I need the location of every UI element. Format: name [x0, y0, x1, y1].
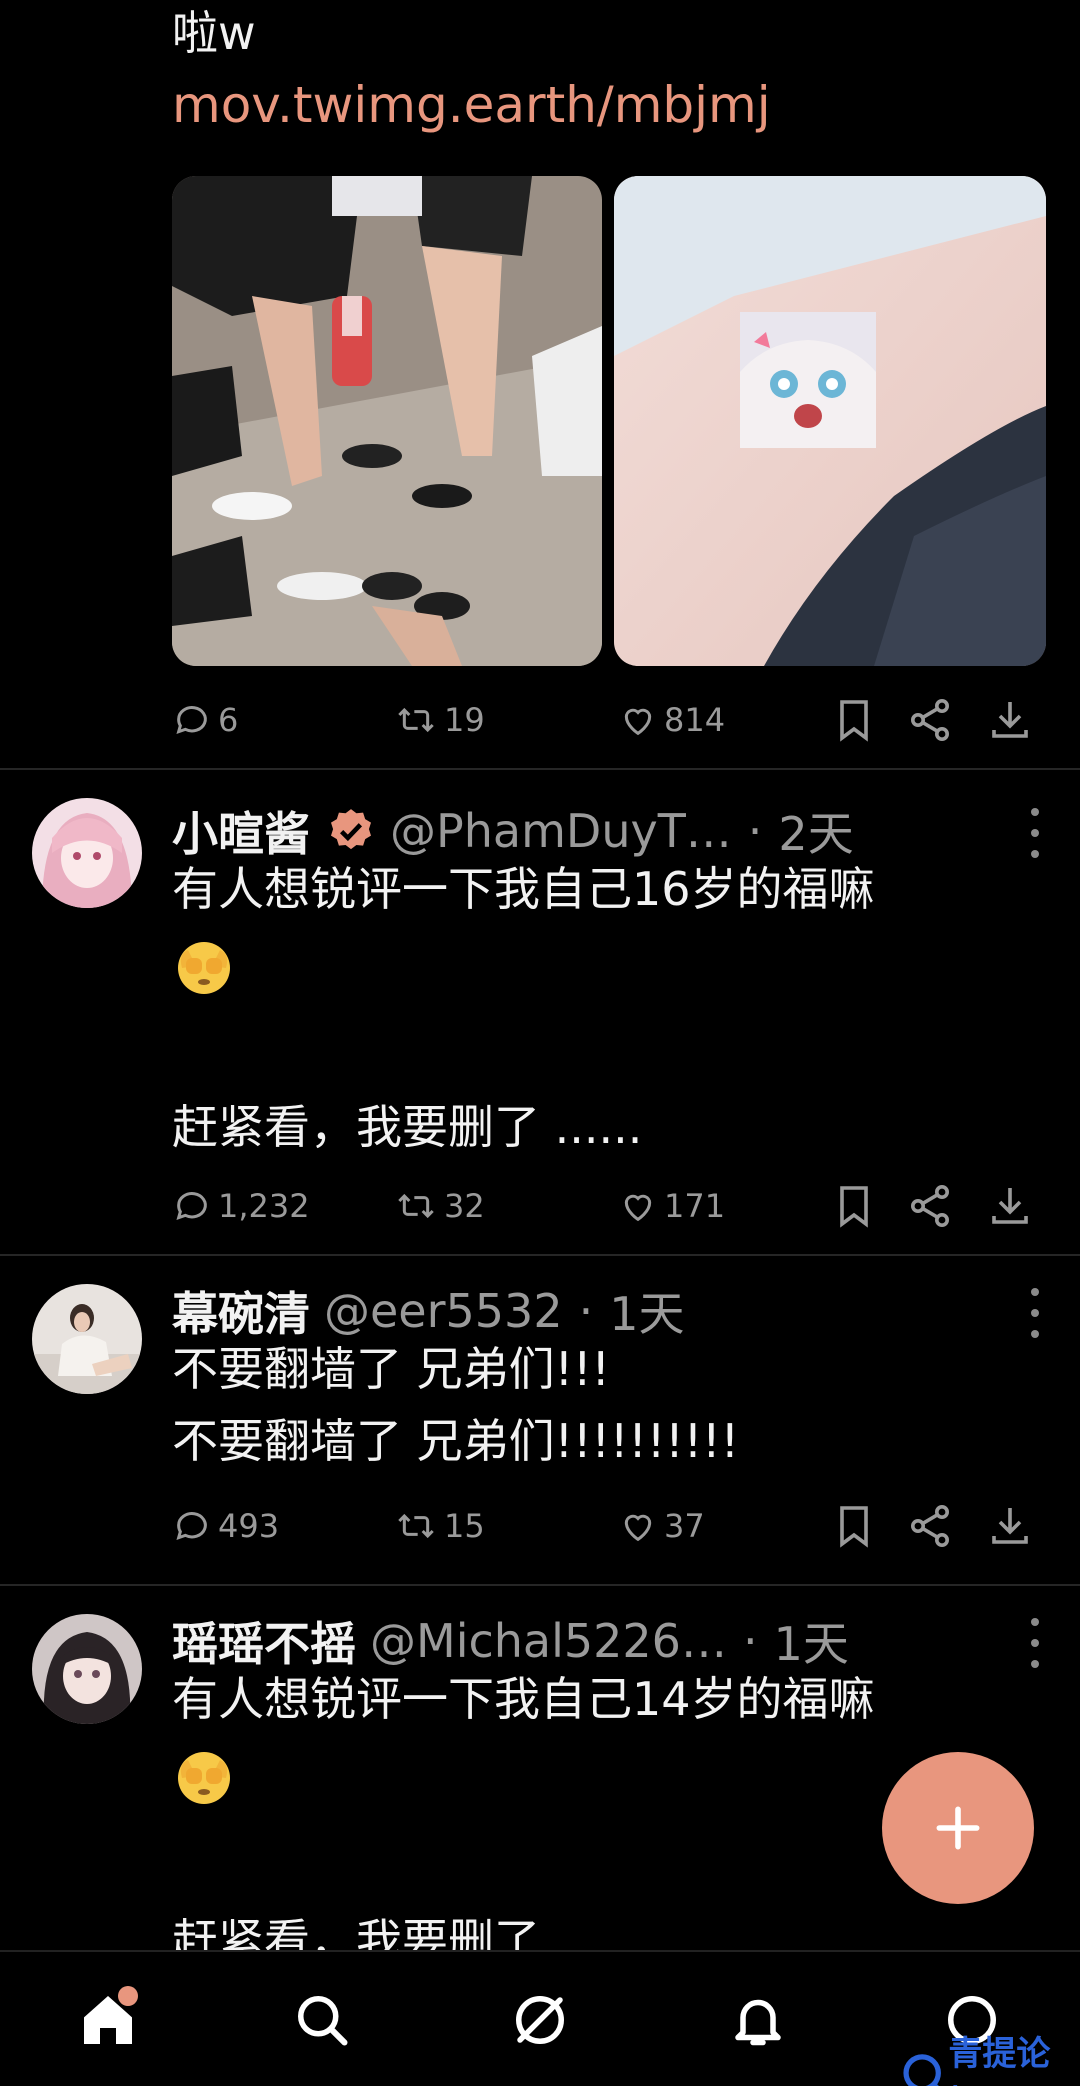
verified-badge-icon	[331, 809, 371, 850]
nav-explore[interactable]	[500, 1980, 580, 2060]
share-icon[interactable]	[906, 696, 954, 744]
reply-icon	[176, 1512, 207, 1541]
share-icon[interactable]	[906, 1502, 954, 1550]
like-count: 171	[664, 1187, 726, 1225]
bookmark-icon[interactable]	[830, 696, 878, 744]
see-no-evil-emoji-icon	[178, 1752, 230, 1804]
post-actions: 1,232 32 171	[172, 1176, 1080, 1236]
reply-count: 1,232	[218, 1187, 310, 1225]
repost-count: 32	[444, 1187, 485, 1225]
post-text-line-1: 有人想锐评一下我自己14岁的福嘛	[172, 1672, 875, 1726]
post-time: 1天	[609, 1287, 685, 1341]
reply-button[interactable]: 6	[172, 690, 238, 750]
compose-button[interactable]	[882, 1752, 1034, 1904]
nav-notifications[interactable]	[718, 1980, 798, 2060]
bell-icon	[735, 1999, 781, 2046]
reply-count: 6	[218, 701, 239, 739]
notification-dot	[118, 1986, 138, 2006]
heart-icon	[624, 1194, 652, 1222]
forum-logo-icon	[903, 2054, 941, 2086]
repost-button[interactable]: 32	[394, 1176, 485, 1236]
post-image-1[interactable]	[172, 176, 602, 666]
download-icon[interactable]	[986, 1182, 1034, 1230]
post-text-line-2: 不要翻墙了 兄弟们!!!!!!!!!!	[172, 1414, 740, 1468]
reply-icon	[176, 706, 207, 735]
heart-icon	[624, 1514, 652, 1542]
post-0[interactable]: 啦w mov.twimg.earth/mbjmj 6 19 814	[0, 0, 1080, 768]
more-options-icon[interactable]	[1028, 808, 1042, 858]
like-button[interactable]: 814	[618, 690, 725, 750]
post-text-line-2: 赶紧看，我要删了	[172, 1914, 540, 1950]
post-1[interactable]: 小暄酱 @PhamDuyT… · 2天 有人想锐评一下我自己16岁的福嘛 赶紧看…	[0, 770, 1080, 1254]
watermark-text: 青提论坛	[948, 2034, 1051, 2086]
post-text-line-2: 赶紧看，我要删了 ......	[172, 1100, 643, 1154]
bookmark-icon[interactable]	[830, 1502, 878, 1550]
repost-button[interactable]: 15	[394, 1496, 485, 1556]
like-button[interactable]: 37	[618, 1496, 705, 1556]
more-options-icon[interactable]	[1028, 1288, 1042, 1338]
more-options-icon[interactable]	[1028, 1618, 1042, 1668]
heart-icon	[624, 708, 652, 736]
see-no-evil-emoji-icon	[178, 942, 230, 994]
post-text-line-1: 有人想锐评一下我自己16岁的福嘛	[172, 862, 875, 916]
post-image-2[interactable]	[614, 176, 1046, 666]
avatar[interactable]	[32, 1614, 142, 1724]
repost-count: 19	[444, 701, 485, 739]
reply-icon	[176, 1192, 207, 1221]
avatar[interactable]	[32, 798, 142, 908]
download-icon[interactable]	[986, 696, 1034, 744]
avatar[interactable]	[32, 1284, 142, 1394]
share-icon[interactable]	[906, 1182, 954, 1230]
post-actions: 493 15 37	[172, 1496, 1080, 1556]
repost-icon	[398, 1513, 434, 1539]
repost-icon	[398, 707, 434, 733]
repost-count: 15	[444, 1507, 485, 1545]
reply-count: 493	[218, 1507, 280, 1545]
watermark: 青提论坛	[900, 2026, 1080, 2086]
download-icon[interactable]	[986, 1502, 1034, 1550]
post-link[interactable]: mov.twimg.earth/mbjmj	[172, 76, 771, 134]
repost-button[interactable]: 19	[394, 690, 485, 750]
post-actions: 6 19 814	[172, 690, 1080, 750]
like-count: 37	[664, 1507, 705, 1545]
bookmark-icon[interactable]	[830, 1182, 878, 1230]
search-icon	[298, 1996, 348, 2046]
like-button[interactable]: 171	[618, 1176, 725, 1236]
plus-icon	[936, 1806, 980, 1850]
reply-button[interactable]: 493	[172, 1496, 279, 1556]
like-count: 814	[664, 701, 726, 739]
post-2[interactable]: 幕碗清 @eer5532 · 1天 不要翻墙了 兄弟们!!! 不要翻墙了 兄弟们…	[0, 1256, 1080, 1584]
post-text-line-1: 不要翻墙了 兄弟们!!!	[172, 1342, 610, 1396]
explore-icon	[516, 1996, 564, 2044]
repost-icon	[398, 1193, 434, 1219]
post-text: 啦w	[172, 6, 256, 60]
reply-button[interactable]: 1,232	[172, 1176, 310, 1236]
nav-search[interactable]	[282, 1980, 362, 2060]
